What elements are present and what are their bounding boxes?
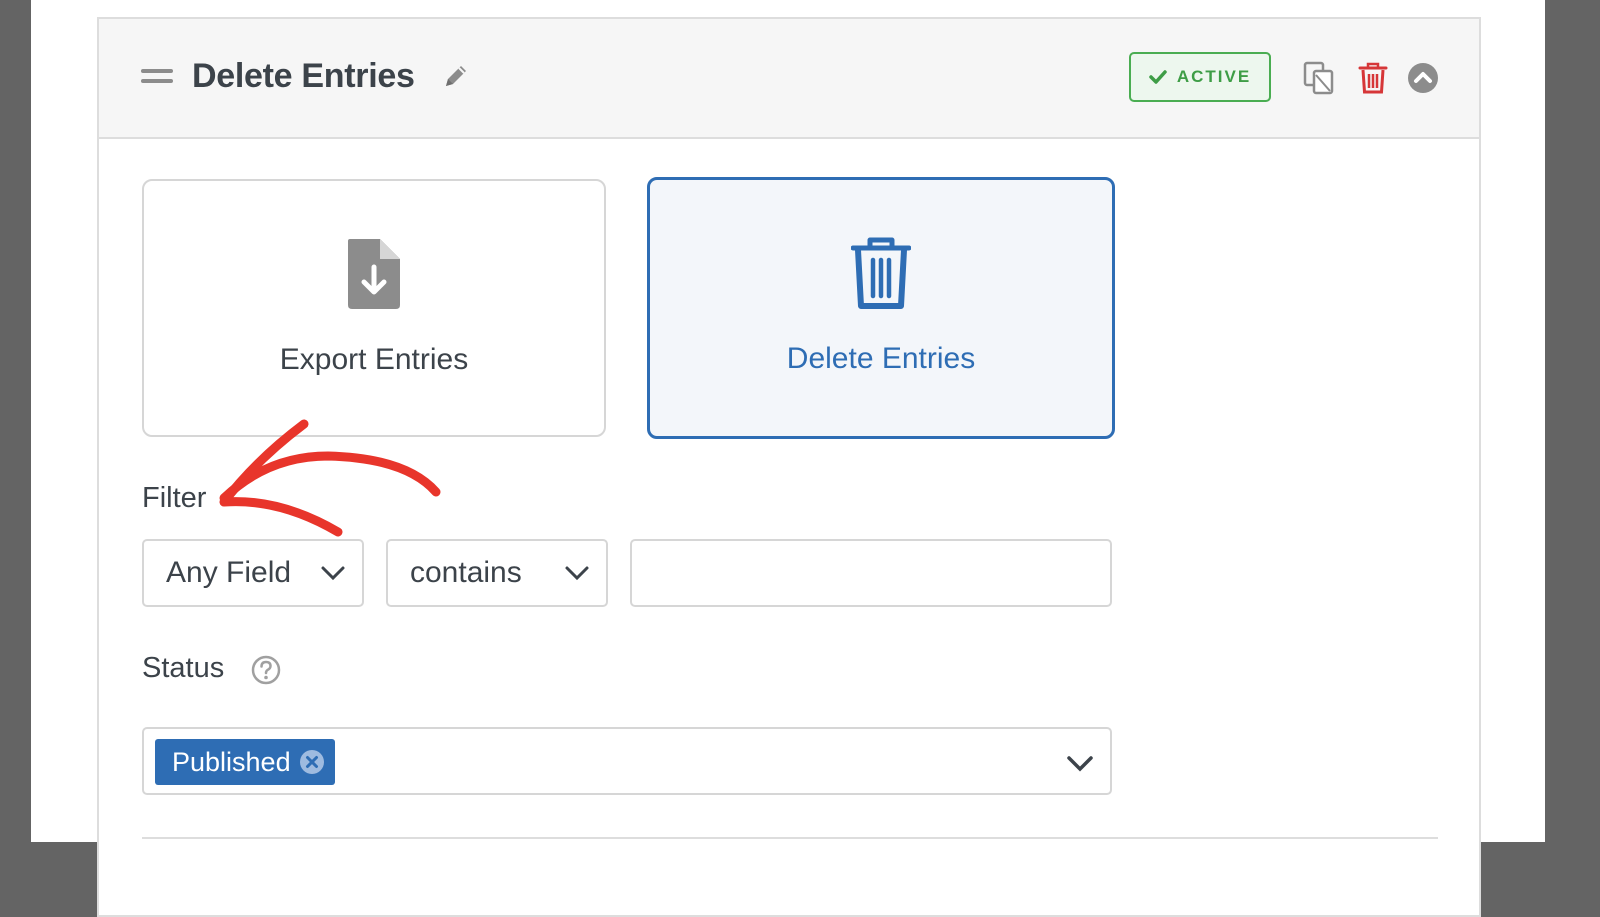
panel-header: Delete Entries ACTIVE xyxy=(99,19,1479,139)
delete-entries-label: Delete Entries xyxy=(786,342,976,375)
status-multiselect[interactable]: Published xyxy=(142,727,1112,795)
filter-operator-value: contains xyxy=(410,556,522,589)
trash-icon xyxy=(851,237,911,309)
status-tag-published: Published xyxy=(155,739,335,785)
export-entries-card[interactable]: Export Entries xyxy=(142,179,606,437)
help-icon[interactable] xyxy=(251,655,281,685)
file-download-icon xyxy=(348,239,400,309)
chevron-down-icon xyxy=(321,566,345,581)
panel-title: Delete Entries xyxy=(192,57,415,95)
export-entries-label: Export Entries xyxy=(279,343,469,376)
status-label: Status xyxy=(142,652,225,684)
filter-field-value: Any Field xyxy=(166,556,292,589)
duplicate-icon[interactable] xyxy=(1303,61,1335,95)
remove-tag-icon[interactable] xyxy=(299,749,325,775)
delete-entries-card[interactable]: Delete Entries xyxy=(647,177,1115,439)
annotation-arrow-icon xyxy=(219,419,441,537)
chevron-down-icon[interactable] xyxy=(1066,753,1094,773)
filter-value-input[interactable] xyxy=(630,539,1112,607)
section-divider xyxy=(142,837,1438,839)
trash-icon[interactable] xyxy=(1357,61,1389,95)
chevron-up-circle-icon[interactable] xyxy=(1407,61,1439,95)
filter-label: Filter xyxy=(142,482,207,514)
chevron-down-icon xyxy=(565,566,589,581)
status-badge: ACTIVE xyxy=(1129,52,1271,102)
status-tag-label: Published xyxy=(172,746,291,777)
status-badge-label: ACTIVE xyxy=(1176,67,1252,86)
pencil-icon[interactable] xyxy=(441,61,471,91)
drag-handle-icon[interactable] xyxy=(141,69,173,83)
check-icon xyxy=(1149,70,1167,84)
